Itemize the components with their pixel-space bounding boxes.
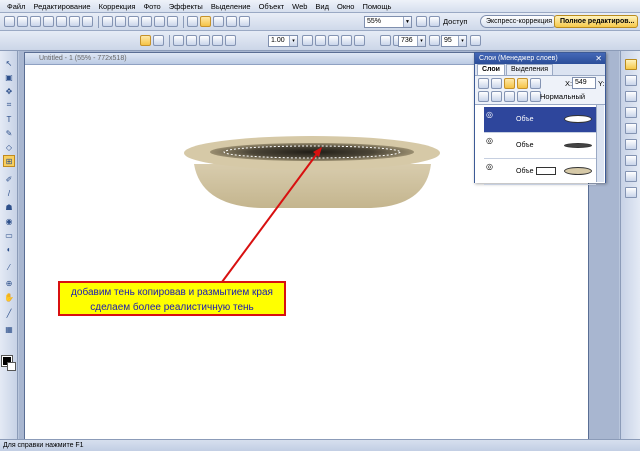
status-bar: Для справки нажмите F1 <box>0 439 640 451</box>
annotation-arrow <box>221 147 322 283</box>
annotation-callout: добавим тень копировав и размытием края … <box>58 281 286 316</box>
arrow-line <box>221 150 320 283</box>
arrow-head <box>313 147 322 157</box>
